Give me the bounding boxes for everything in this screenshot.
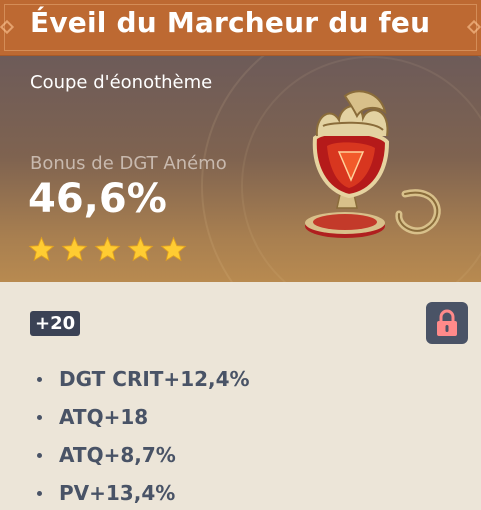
- substat-list: DGT CRIT+12,4% ATQ+18 ATQ+8,7% PV+13,4%: [30, 360, 450, 510]
- star-icon: [127, 236, 154, 262]
- level-badge: +20: [30, 311, 81, 336]
- substat-item: ATQ+18: [30, 398, 450, 436]
- artifact-hero: Coupe d'éonothème Bonus de DGT Anémo 46,…: [0, 56, 481, 282]
- substat-item: ATQ+8,7%: [30, 436, 450, 474]
- star-icon: [160, 236, 187, 262]
- substat-item: DGT CRIT+12,4%: [30, 360, 450, 398]
- bullet-icon: [37, 452, 42, 458]
- main-stat-value: 46,6%: [28, 176, 167, 222]
- title-right-ornament: [466, 19, 481, 35]
- lock-button[interactable]: [426, 302, 468, 344]
- artifact-details: +20 DGT CRIT+12,4% ATQ+18 ATQ+8,7% PV+13…: [0, 282, 481, 510]
- artifact-slot-type: Coupe d'éonothème: [30, 72, 213, 93]
- main-stat-label: Bonus de DGT Anémo: [30, 153, 227, 174]
- substat-text: DGT CRIT+12,4%: [59, 367, 250, 391]
- bullet-icon: [37, 376, 42, 382]
- goblet-artifact-icon: [305, 90, 441, 238]
- lock-icon: [437, 309, 457, 336]
- substat-text: ATQ+18: [59, 405, 149, 429]
- substat-text: ATQ+8,7%: [59, 443, 176, 467]
- bullet-icon: [37, 490, 42, 496]
- bullet-icon: [37, 414, 42, 420]
- rarity-stars: [28, 236, 187, 264]
- artifact-name: Éveil du Marcheur du feu: [30, 6, 431, 39]
- title-left-ornament: [0, 19, 15, 35]
- substat-text: PV+13,4%: [59, 481, 176, 505]
- substat-item: PV+13,4%: [30, 474, 450, 510]
- star-icon: [94, 236, 121, 262]
- star-icon: [28, 236, 55, 262]
- artifact-card: Éveil du Marcheur du feu Coupe d'éonothè…: [0, 0, 481, 510]
- star-icon: [61, 236, 88, 262]
- title-bar: Éveil du Marcheur du feu: [0, 0, 481, 56]
